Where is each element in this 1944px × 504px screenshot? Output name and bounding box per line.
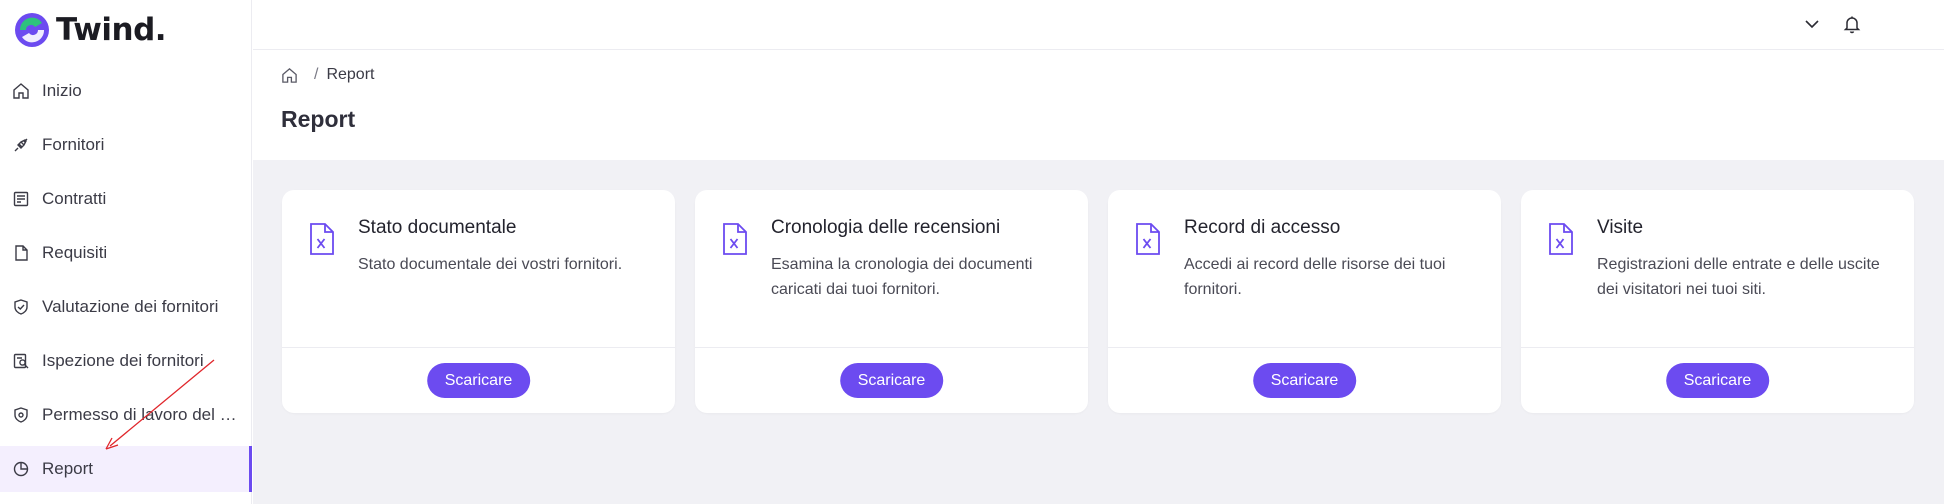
document-icon [12, 244, 30, 262]
sidebar-item-label: Requisiti [42, 243, 108, 262]
shield-check-icon [12, 298, 30, 316]
card-divider [1521, 347, 1914, 348]
bell-icon[interactable] [1841, 13, 1863, 35]
card-divider [1108, 347, 1501, 348]
card-description: Accedi ai record delle risorse dei tuoi … [1184, 256, 1446, 298]
sidebar-item-label: Ispezione dei fornitori [42, 351, 204, 370]
inspection-icon [12, 352, 30, 370]
twind-logo-icon [15, 13, 49, 47]
report-cards: Stato documentale Stato documentale dei … [282, 190, 1914, 413]
card-description: Registrazioni delle entrate e delle usci… [1597, 256, 1880, 298]
report-card-record-accesso: Record di accesso Accedi ai record delle… [1108, 190, 1501, 413]
report-card-visite: Visite Registrazioni delle entrate e del… [1521, 190, 1914, 413]
breadcrumb: / Report [281, 66, 374, 84]
sidebar-item-report[interactable]: Report [0, 446, 252, 492]
excel-file-icon [308, 222, 336, 256]
excel-file-icon [1134, 222, 1162, 256]
download-button[interactable]: Scaricare [839, 363, 944, 398]
download-button[interactable]: Scaricare [1665, 363, 1770, 398]
report-content: Stato documentale Stato documentale dei … [253, 160, 1944, 504]
shield-badge-icon [12, 406, 30, 424]
card-title: Stato documentale [358, 217, 517, 238]
page-title: Report [281, 106, 356, 132]
sidebar-item-fornitori[interactable]: Fornitori [0, 122, 252, 168]
page-header: / Report Report [253, 51, 1944, 160]
sidebar-item-label: Report [42, 459, 94, 478]
breadcrumb-current: Report [326, 66, 375, 83]
sidebar-item-requisiti[interactable]: Requisiti [0, 230, 252, 276]
sidebar: Twind. Inizio Fornitori Contratti Requis… [0, 0, 252, 504]
top-bar [253, 0, 1944, 50]
sidebar-nav: Inizio Fornitori Contratti Requisiti Val… [0, 68, 252, 500]
excel-file-icon [1547, 222, 1575, 256]
sidebar-item-permesso[interactable]: Permesso di lavoro del f... [0, 392, 252, 438]
card-description: Esamina la cronologia dei documenti cari… [771, 256, 1033, 298]
download-button[interactable]: Scaricare [426, 363, 531, 398]
breadcrumb-separator: / [314, 66, 319, 83]
card-divider [282, 347, 675, 348]
download-button[interactable]: Scaricare [1252, 363, 1357, 398]
plug-icon [12, 136, 30, 154]
home-icon [12, 82, 30, 100]
contract-icon [12, 190, 30, 208]
card-description: Stato documentale dei vostri fornitori. [358, 256, 623, 273]
logo[interactable]: Twind. [12, 10, 167, 50]
sidebar-item-valutazione[interactable]: Valutazione dei fornitori [0, 284, 252, 330]
sidebar-item-label: Valutazione dei fornitori [42, 297, 219, 316]
sidebar-item-label: Contratti [42, 189, 107, 208]
sidebar-item-contratti[interactable]: Contratti [0, 176, 252, 222]
card-divider [695, 347, 1088, 348]
report-card-stato-documentale: Stato documentale Stato documentale dei … [282, 190, 675, 413]
home-icon[interactable] [281, 67, 298, 84]
sidebar-item-label: Permesso di lavoro del f... [42, 405, 237, 424]
app-window: Twind. Inizio Fornitori Contratti Requis… [0, 0, 1944, 504]
card-title: Cronologia delle recensioni [771, 217, 1001, 238]
pie-chart-icon [12, 460, 30, 478]
sidebar-item-ispezione[interactable]: Ispezione dei fornitori [0, 338, 252, 384]
logo-text: Twind. [56, 12, 167, 48]
sidebar-item-inizio[interactable]: Inizio [0, 68, 252, 114]
report-card-cronologia: Cronologia delle recensioni Esamina la c… [695, 190, 1088, 413]
card-title: Visite [1597, 217, 1644, 238]
excel-file-icon [721, 222, 749, 256]
sidebar-item-label: Fornitori [42, 135, 105, 154]
sidebar-item-label: Inizio [42, 81, 82, 100]
chevron-down-icon[interactable] [1801, 13, 1823, 35]
card-title: Record di accesso [1184, 217, 1341, 238]
